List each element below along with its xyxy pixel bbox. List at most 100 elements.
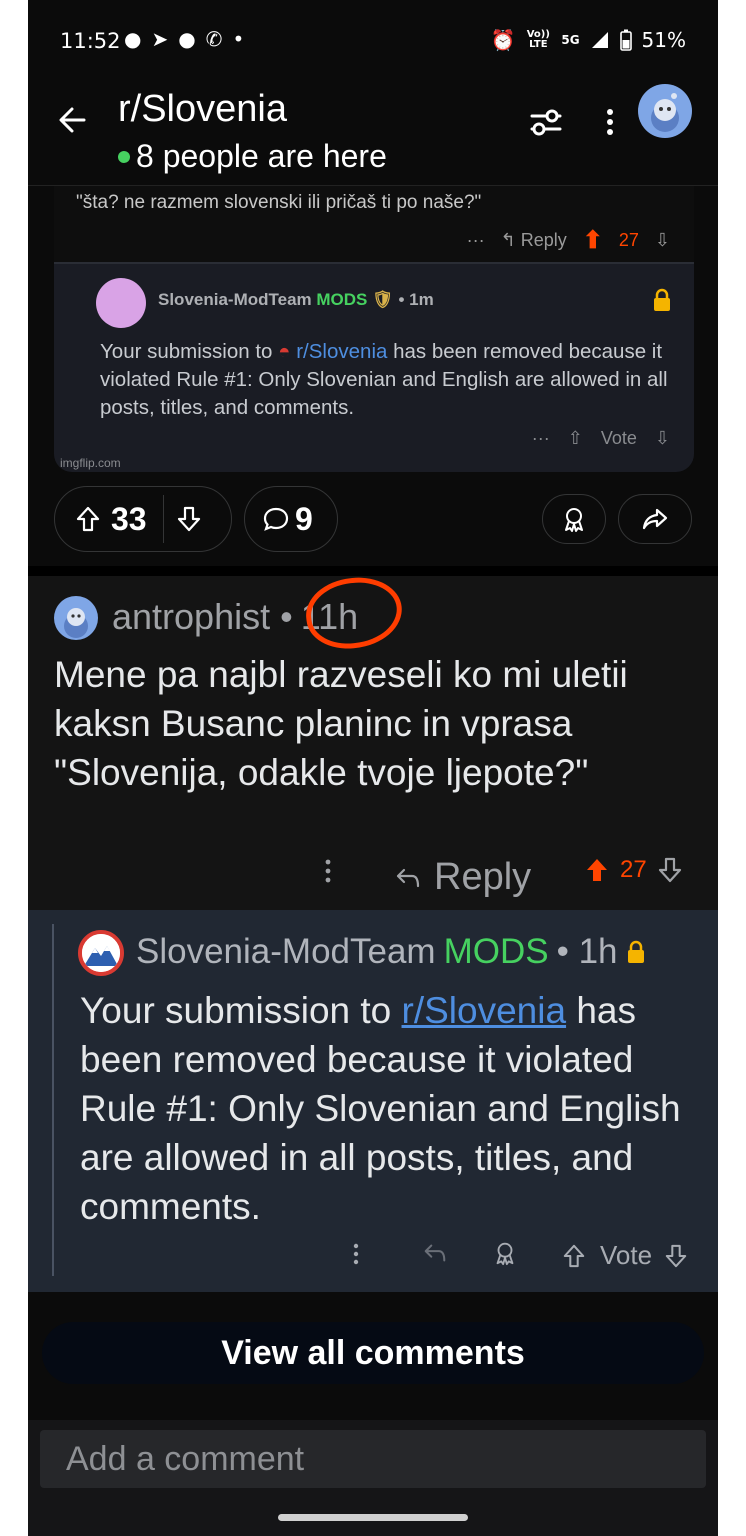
imgflip-watermark: imgflip.com [60,456,121,470]
network-5g-indicator: 5G [561,33,580,47]
image-upvote-icon: ⬆ [582,227,603,254]
subreddit-header: r/Slovenia 8 people are here [28,80,718,186]
mod-more-button[interactable] [348,1240,364,1268]
system-icons: ⏰ Vo)) LTE 5G 51% [490,28,686,52]
lock-icon [627,940,644,963]
mod-author[interactable]: Slovenia-ModTeam [136,932,436,972]
image-text-before: Your submission to [100,340,279,363]
more-vertical-icon [325,859,331,883]
comment-reply-button[interactable]: Reply [394,856,531,899]
image-lock-icon [654,288,670,311]
award-button[interactable] [542,494,606,544]
subreddit-link[interactable]: r/Slovenia [402,990,567,1031]
home-indicator[interactable] [278,1514,468,1521]
reply-icon [424,1244,446,1262]
sort-filter-icon[interactable] [526,102,566,142]
upvote-icon[interactable] [562,1243,586,1269]
notification-icons: ● ➤ ● ✆ • [124,27,244,51]
post-image[interactable]: "šta? ne razmem slovenski ili pričaš ti … [54,186,694,472]
online-dot-icon [118,150,130,163]
share-icon [642,508,668,530]
image-more-icon: ··· [466,230,485,250]
comments-button[interactable]: 9 [244,486,338,552]
mod-time: • 1h [556,932,618,971]
vote-separator [162,495,164,543]
image-mod-actions: ··· ⇧ Vote ⇩ [532,428,670,449]
mod-meta: Slovenia-ModTeam MODS • 1h [136,932,646,972]
viber-icon: ✆ [205,27,223,51]
mod-vote-control: Vote [562,1240,688,1271]
image-reply: ↰ Reply [500,230,567,250]
chat-bubble-icon: ● [178,27,196,51]
alarm-icon: ⏰ [490,28,516,52]
mod-avatar[interactable] [78,930,124,976]
online-text: 8 people are here [136,138,387,174]
snoo-avatar-icon [651,93,679,132]
image-shield-icon: 🛡 [372,290,394,309]
mod-award-button[interactable] [492,1240,518,1266]
signal-strength-icon [591,32,608,48]
comment-reply-label: Reply [434,856,532,898]
add-comment-input[interactable] [40,1430,706,1488]
subreddit-title[interactable]: r/Slovenia [118,88,287,131]
section-divider [28,566,718,576]
image-mod-time: • 1m [398,290,434,309]
image-comment-actions: ··· ↰ Reply ⬆ 27 ⇩ [467,226,670,255]
comment-author[interactable]: antrophist [112,596,270,637]
comment-separator: • [280,596,293,637]
mod-reply: Slovenia-ModTeam MODS • 1h Your submissi… [28,910,718,1292]
user-avatar[interactable] [638,84,692,138]
comment-vote-control: 27 [584,856,683,884]
comment-count: 9 [295,500,313,537]
image-mod-downvote-icon: ⇩ [654,428,670,448]
mods-badge: MODS [443,932,549,971]
signal-app-icon: ● [124,27,142,51]
image-mod-avatar [96,278,146,328]
online-count: 8 people are here [118,138,387,175]
app-screen: 11:52 ● ➤ ● ✆ • ⏰ Vo)) LTE 5G 51% r/Slov… [28,0,718,1536]
image-mod-reply: Slovenia-ModTeam MODS 🛡 • 1m Your submis… [54,262,694,472]
more-options-icon[interactable] [590,102,630,142]
reply-icon [396,868,420,887]
telegram-icon: ➤ [151,27,169,51]
image-mod-upvote-icon: ⇧ [567,428,583,448]
mod-text-before: Your submission to [80,990,402,1031]
battery-percent: 51% [641,28,686,52]
more-vertical-icon [353,1243,359,1265]
upvote-icon[interactable] [75,505,101,533]
image-text-link: r/Slovenia [296,340,388,363]
comment-bubble-icon [263,507,289,531]
downvote-icon[interactable] [664,1243,688,1269]
status-time: 11:52 [60,29,121,53]
image-mod-meta: Slovenia-ModTeam MODS 🛡 • 1m [158,290,434,310]
volte-indicator: Vo)) LTE [526,29,550,50]
image-mods-badge: MODS [316,290,368,309]
comment-score: 27 [620,856,647,883]
annotation-circle [302,573,406,653]
mountain-logo-icon [82,934,120,972]
downvote-icon[interactable] [176,505,202,533]
mod-reply-button[interactable] [422,1240,448,1266]
post-score: 33 [111,500,147,537]
back-arrow-icon[interactable] [54,100,94,140]
upvote-filled-icon[interactable] [584,856,610,884]
post-vote-control: 33 [54,486,232,552]
image-mod-vote-label: Vote [600,428,637,448]
view-all-comments-button[interactable]: View all comments [42,1322,704,1384]
more-dot-icon: • [232,27,245,51]
comment-body: Mene pa najbl razveseli ko mi uletii kak… [54,654,628,793]
downvote-icon[interactable] [657,856,683,884]
image-mod-text: Your submission to ◓ r/Slovenia has been… [100,338,680,422]
comment-author-avatar[interactable] [54,596,98,640]
image-vote-count: 27 [618,230,639,250]
comment-composer [28,1420,718,1536]
comment: antrophist • 11h Mene pa najbl razveseli … [28,573,718,910]
comment-more-button[interactable] [320,856,336,886]
image-mod-more-icon: ··· [531,428,550,448]
snoo-avatar-icon [64,608,88,638]
share-button[interactable] [618,494,692,544]
image-sub-icon: ◓ [278,340,297,363]
thread-line[interactable] [52,924,54,1276]
image-mod-name: Slovenia-ModTeam [158,290,312,309]
battery-icon [619,29,632,51]
